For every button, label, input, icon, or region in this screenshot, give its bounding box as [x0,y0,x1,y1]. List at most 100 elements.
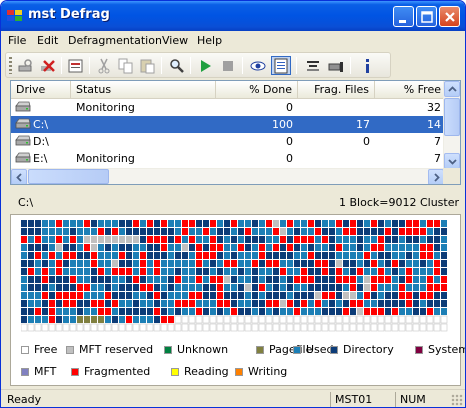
cluster-block [293,323,301,332]
cluster-block [245,308,251,315]
cluster-block [63,268,69,275]
column-frag-files[interactable]: Frag. Files [298,81,375,99]
cluster-block [42,268,48,275]
column-done[interactable]: % Done [216,81,298,99]
cluster-block [168,276,174,283]
menu-view[interactable]: View [162,34,188,47]
cluster-block [77,276,83,283]
report-button[interactable] [66,56,86,75]
cluster-block [189,236,195,243]
cluster-block [427,220,433,227]
cluster-block [301,236,307,243]
column-status[interactable]: Status [71,81,216,99]
cluster-block [196,236,202,243]
cluster-block [413,236,419,243]
cluster-block [140,252,146,259]
cluster-block [182,308,188,315]
cluster-block [259,276,265,283]
cluster-block [371,276,377,283]
cluster-block [35,308,41,315]
cluster-block [35,292,41,299]
cluster-block [133,228,139,235]
scroll-up-button[interactable] [444,81,460,97]
vertical-scroll-thumb[interactable] [444,98,460,136]
cluster-block [231,220,237,227]
drive-row[interactable]: C:\ 100 17 14 [11,116,451,133]
cluster-block [266,292,272,299]
cluster-block [105,284,111,291]
cluster-block [314,323,322,332]
cluster-block [140,292,146,299]
cluster-block [174,315,182,324]
cluster-block [378,300,384,307]
legend-label: Free [34,343,58,356]
drive-row[interactable]: E:\ Monitoring 0 7 [11,150,451,167]
cluster-block [385,260,391,267]
cluster-block [119,268,125,275]
stop-button[interactable] [218,56,238,75]
cluster-block [28,308,34,315]
column-drive[interactable]: Drive [11,81,71,99]
cluster-block [384,315,392,324]
cluster-block [56,244,62,251]
list-view-button[interactable] [271,56,291,75]
menu-defragmentation[interactable]: Defragmentation [68,34,162,47]
cluster-block [175,244,181,251]
cut-button[interactable] [94,56,114,75]
cluster-block [406,300,412,307]
view-button[interactable] [248,56,268,75]
cluster-block [294,292,300,299]
menu-file[interactable]: File [8,34,26,47]
cluster-block [231,252,237,259]
menu-edit[interactable]: Edit [37,34,58,47]
start-button[interactable] [196,56,216,75]
cluster-block [293,315,301,324]
cluster-block [42,308,48,315]
legend-label: MFT [34,365,57,378]
horizontal-scrollbar[interactable] [11,168,445,184]
cluster-block [209,323,217,332]
legend-swatch [256,346,264,354]
column-free[interactable]: % Free [375,81,447,99]
cluster-block [203,220,209,227]
cancel-button[interactable] [38,56,58,75]
cluster-block [343,236,349,243]
cluster-block [259,236,265,243]
menu-help[interactable]: Help [197,34,222,47]
drive-options-button[interactable] [326,56,346,75]
cluster-block [258,323,266,332]
analyze-button[interactable] [16,56,36,75]
title-bar[interactable]: mst Defrag [1,1,465,31]
cluster-block [266,284,272,291]
cluster-block [420,260,426,267]
resize-grip[interactable] [451,394,463,406]
vertical-scrollbar[interactable] [443,81,460,170]
drive-list[interactable]: Drive Status % Done Frag. Files % Free M… [10,80,461,185]
copy-button[interactable] [116,56,136,75]
cluster-block [371,260,377,267]
maximize-button[interactable] [416,6,437,27]
cluster-block [133,308,139,315]
close-button[interactable] [439,6,460,27]
scroll-right-button[interactable] [428,169,444,184]
scroll-left-button[interactable] [11,169,27,184]
cluster-block [427,268,433,275]
about-button[interactable] [358,56,378,75]
drive-row[interactable]: Monitoring 0 32 [11,99,451,116]
cluster-block [175,308,181,315]
cluster-block [294,252,300,259]
toolbar-grip[interactable] [9,57,12,74]
minimize-button[interactable] [393,6,414,27]
cluster-block [98,316,104,323]
cluster-block [406,220,412,227]
find-button[interactable] [167,56,187,75]
cluster-block [133,236,139,243]
horizontal-scroll-thumb[interactable] [28,169,109,184]
cluster-block [125,323,133,332]
options-button[interactable] [303,56,323,75]
drive-row[interactable]: D:\ 0 0 7 [11,133,451,150]
scroll-down-button[interactable] [444,153,460,169]
paste-button[interactable] [138,56,158,75]
cluster-block [168,284,174,291]
cluster-block [336,260,342,267]
